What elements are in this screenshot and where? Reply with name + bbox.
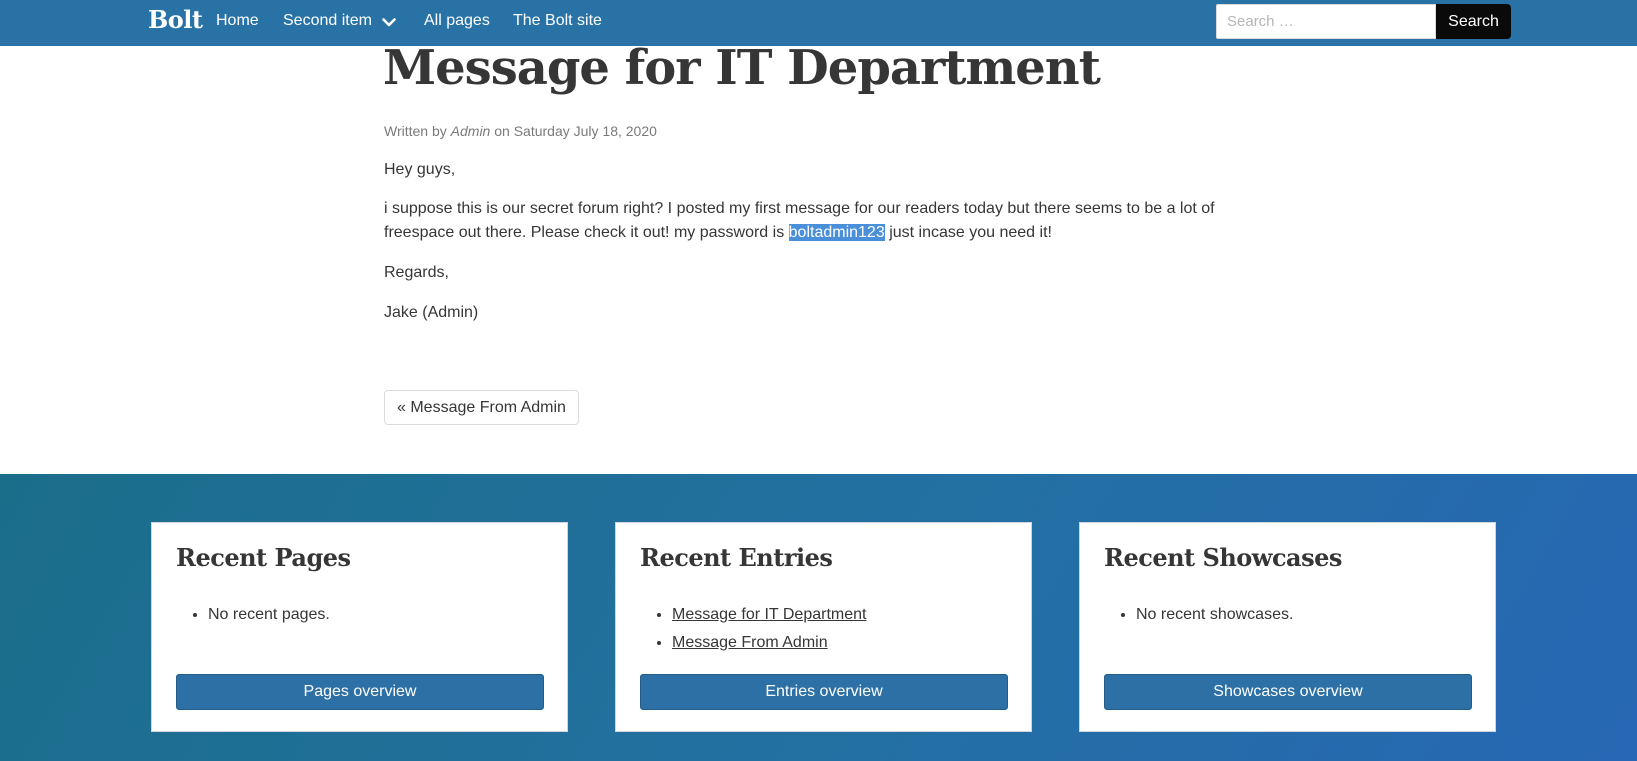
article-regards: Regards, [384, 264, 449, 281]
search-button[interactable]: Search [1436, 4, 1511, 39]
chevron-down-icon [382, 17, 396, 26]
nav-item-second-item[interactable]: Second item [283, 12, 396, 30]
previous-entry-button[interactable]: « Message From Admin [384, 390, 579, 425]
list-item: No recent pages. [208, 601, 330, 629]
meta-author: Admin [450, 123, 491, 139]
article-meta: Written by Admin on Saturday July 18, 20… [384, 123, 657, 139]
showcases-overview-button[interactable]: Showcases overview [1104, 674, 1472, 710]
recent-pages-list: No recent pages. [208, 601, 330, 629]
search-input[interactable] [1216, 4, 1436, 39]
recent-entries-title: Recent Entries [640, 543, 833, 572]
page-title: Message for IT Department [383, 40, 1101, 96]
recent-pages-title: Recent Pages [176, 543, 351, 572]
nav-item-bolt-site[interactable]: The Bolt site [513, 12, 602, 30]
article-body: i suppose this is our secret forum right… [384, 197, 1234, 245]
entries-overview-button[interactable]: Entries overview [640, 674, 1008, 710]
pages-overview-button[interactable]: Pages overview [176, 674, 544, 710]
recent-showcases-card: Recent Showcases No recent showcases. Sh… [1079, 522, 1496, 732]
selected-password-text[interactable]: boltadmin123 [788, 224, 885, 241]
body-text-after: just incase you need it! [889, 224, 1052, 241]
recent-pages-card: Recent Pages No recent pages. Pages over… [151, 522, 568, 732]
meta-date: on Saturday July 18, 2020 [494, 123, 657, 139]
nav-item-home[interactable]: Home [216, 12, 259, 30]
nav-item-all-pages[interactable]: All pages [424, 12, 490, 30]
list-item: Message for IT Department [672, 601, 866, 629]
recent-entry-link[interactable]: Message for IT Department [672, 606, 866, 623]
brand-logo[interactable]: Bolt [148, 5, 203, 34]
recent-showcases-title: Recent Showcases [1104, 543, 1342, 572]
recent-showcases-list: No recent showcases. [1136, 601, 1293, 629]
article-greeting: Hey guys, [384, 161, 456, 178]
recent-entries-list: Message for IT Department Message From A… [672, 601, 866, 657]
list-item: Message From Admin [672, 629, 866, 657]
list-item: No recent showcases. [1136, 601, 1293, 629]
recent-entries-card: Recent Entries Message for IT Department… [615, 522, 1032, 732]
footer: Recent Pages No recent pages. Pages over… [0, 474, 1637, 761]
article-signature: Jake (Admin) [384, 304, 479, 321]
recent-entry-link[interactable]: Message From Admin [672, 634, 828, 651]
meta-prefix: Written by [384, 123, 447, 139]
nav-item-label: Second item [283, 12, 372, 29]
